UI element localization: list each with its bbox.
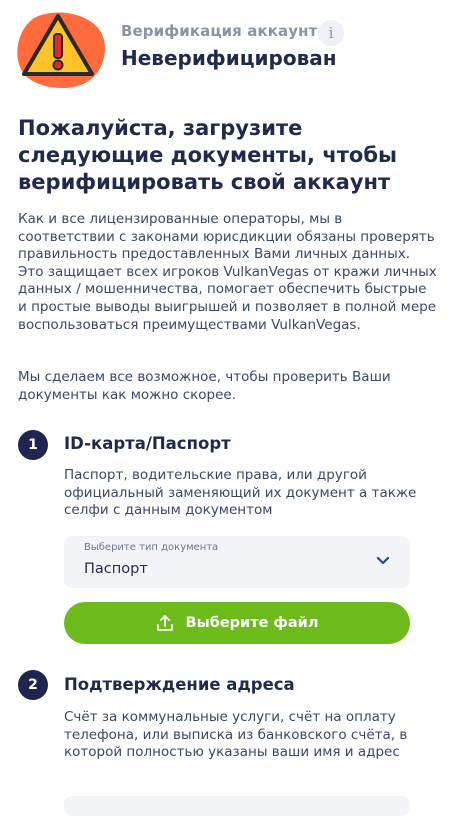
page-title: Пожалуйста, загрузите следующие документ… bbox=[18, 116, 397, 194]
document-type-select[interactable]: Выберите тип документа Паспорт bbox=[64, 536, 410, 588]
verification-status-value: Неверифицирован bbox=[121, 46, 337, 70]
verification-header: Верификация аккаунта i Неверифицирован bbox=[0, 0, 450, 96]
chevron-down-icon bbox=[376, 556, 390, 565]
step-title-address: Подтверждение адреса bbox=[64, 675, 295, 694]
intro-note: Мы сделаем все возможное, чтобы проверит… bbox=[18, 369, 391, 403]
address-document-select[interactable] bbox=[64, 796, 410, 816]
document-type-value: Паспорт bbox=[84, 561, 148, 577]
step-number-badge: 1 bbox=[18, 430, 48, 460]
step-title-id-card: ID-карта/Паспорт bbox=[64, 434, 231, 453]
verification-status-label: Верификация аккаунта bbox=[121, 22, 328, 40]
step-description-address: Счёт за коммунальные услуги, счёт на опл… bbox=[64, 709, 408, 761]
warning-triangle-icon bbox=[14, 10, 106, 90]
info-icon[interactable]: i bbox=[318, 20, 344, 46]
choose-file-button[interactable]: Выберите файл bbox=[64, 602, 410, 644]
upload-icon bbox=[156, 615, 173, 631]
step-description-id-card: Паспорт, водительские права, или другой … bbox=[64, 467, 417, 519]
document-type-caption: Выберите тип документа bbox=[84, 542, 219, 553]
step-number-badge: 2 bbox=[18, 670, 48, 700]
intro-text: Как и все лицензированные операторы, мы … bbox=[18, 211, 437, 333]
choose-file-label: Выберите файл bbox=[185, 615, 319, 631]
